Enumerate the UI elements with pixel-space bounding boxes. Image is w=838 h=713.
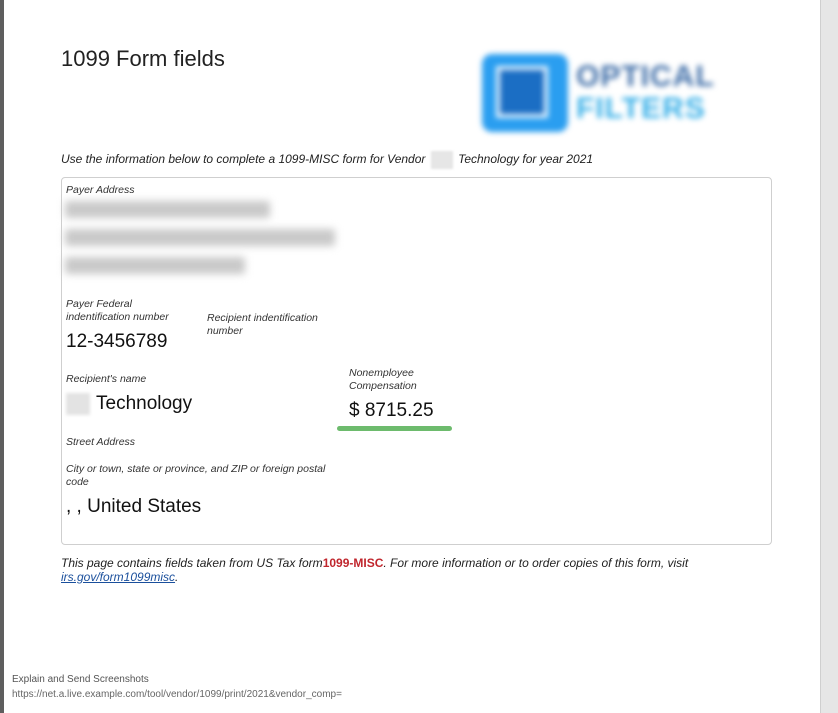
logo-mark-icon — [482, 54, 568, 132]
footer-prefix: This page contains fields taken from US … — [61, 556, 323, 570]
recipient-name-label: Recipient's name — [66, 373, 147, 385]
compensation-highlight — [337, 426, 452, 431]
compensation-label: Nonemployee Compensation — [349, 367, 417, 392]
payer-tin-label: Payer Federal indentification number — [66, 298, 169, 323]
irs-link[interactable]: irs.gov/form1099misc — [61, 570, 175, 584]
city-value: , , United States — [66, 496, 202, 517]
logo-text-line1: OPTICAL — [576, 60, 715, 93]
recipient-name-value: Technology — [96, 393, 193, 415]
footer-end: . — [175, 570, 179, 584]
scrollbar-track[interactable] — [820, 0, 838, 713]
intro-text: Use the information below to complete a … — [61, 151, 593, 169]
company-logo: OPTICAL FILTERS — [482, 54, 742, 134]
page-title: 1099 Form fields — [61, 46, 225, 71]
screenshot-tool-label: Explain and Send Screenshots — [12, 674, 149, 685]
footer-note: This page contains fields taken from US … — [61, 556, 761, 584]
redacted-recipient-prefix — [66, 393, 90, 415]
logo-text-line2: FILTERS — [576, 92, 706, 125]
redacted-vendor-name — [430, 151, 453, 169]
status-url: https://net.a.live.example.com/tool/vend… — [12, 689, 342, 700]
intro-suffix: Technology for year 2021 — [458, 152, 594, 167]
payer-tin-value: 12-3456789 — [66, 331, 168, 352]
footer-middle: . For more information or to order copie… — [383, 556, 689, 570]
recipient-name: Technology — [66, 393, 192, 415]
recipient-tin-label: Recipient indentification number — [207, 312, 318, 337]
footer-form-name: 1099-MISC — [322, 556, 384, 570]
compensation-value: $ 8715.25 — [349, 400, 434, 421]
redacted-payer-address — [65, 201, 337, 287]
city-label: City or town, state or province, and ZIP… — [66, 463, 326, 488]
form-page: 1099 Form fields OPTICAL FILTERS Use the… — [4, 0, 820, 713]
payer-address-label: Payer Address — [66, 184, 135, 196]
intro-prefix: Use the information below to complete a … — [61, 152, 426, 167]
form-fields-card: Payer Address Payer Federal indentificat… — [61, 177, 772, 545]
street-address-label: Street Address — [66, 436, 136, 448]
